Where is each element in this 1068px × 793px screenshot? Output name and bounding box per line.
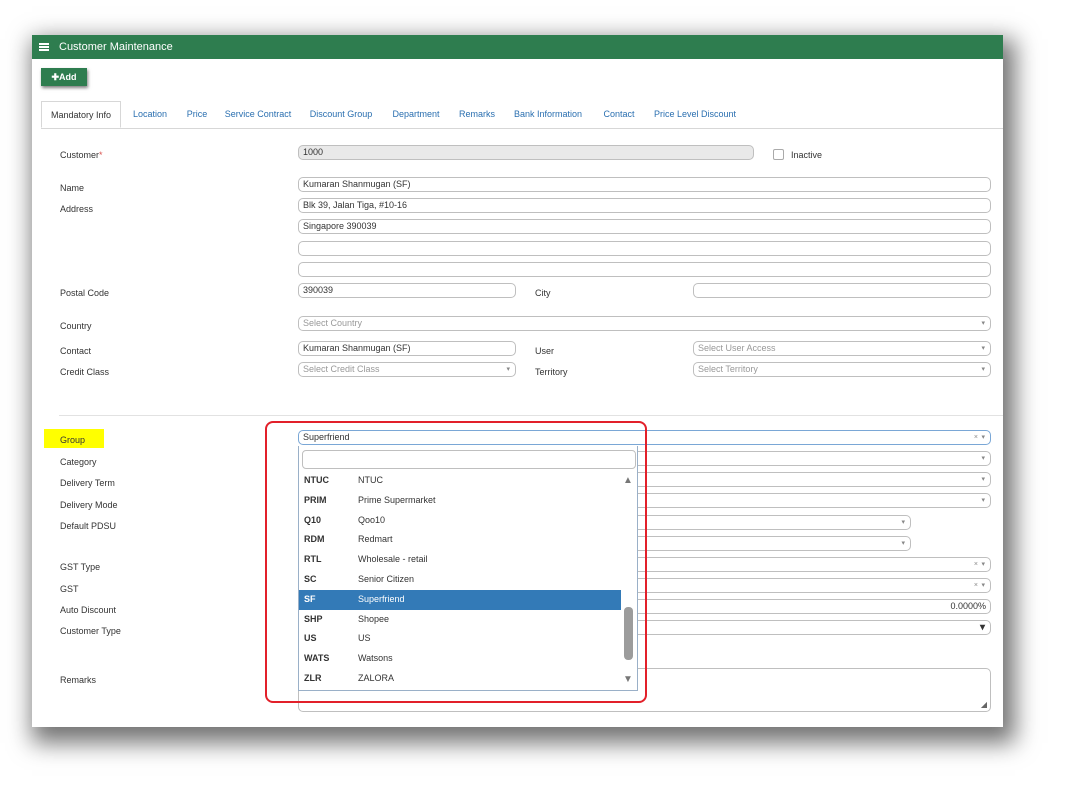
city-field[interactable] [693, 283, 991, 298]
address-line-1[interactable]: Blk 39, Jalan Tiga, #10-16 [298, 198, 991, 213]
chevron-down-icon: ▾ [981, 434, 985, 441]
address-line-2[interactable]: Singapore 390039 [298, 219, 991, 234]
customer-label: Customer* [60, 150, 103, 160]
chevron-down-icon: ▾ [981, 366, 985, 373]
tab-mandatory-info[interactable]: Mandatory Info [41, 101, 121, 128]
default-pdsu-label: Default PDSU [60, 521, 117, 531]
city-label: City [535, 288, 551, 298]
customer-field: 1000 [298, 145, 754, 160]
group-label: Group [60, 435, 86, 445]
country-select[interactable]: Select Country ▾ [298, 316, 991, 331]
name-label: Name [60, 183, 85, 193]
country-placeholder: Select Country [303, 318, 363, 328]
gst-label: GST [60, 584, 79, 594]
delivery-mode-label: Delivery Mode [60, 500, 118, 510]
credit-class-select[interactable]: Select Credit Class ▾ [298, 362, 516, 377]
category-label: Category [60, 457, 97, 467]
name-field[interactable]: Kumaran Shanmugan (SF) [298, 177, 991, 192]
window-title: Customer Maintenance [59, 41, 173, 53]
tab-location[interactable]: Location [128, 101, 172, 128]
postal-code-field[interactable]: 390039 [298, 283, 516, 298]
territory-label: Territory [535, 367, 568, 377]
user-placeholder: Select User Access [698, 343, 776, 353]
user-select[interactable]: Select User Access ▾ [693, 341, 991, 356]
tab-bank-information[interactable]: Bank Information [512, 101, 584, 128]
postal-code-label: Postal Code [60, 288, 110, 298]
chevron-down-icon: ▾ [981, 320, 985, 327]
chevron-down-icon: ▾ [979, 622, 985, 633]
inactive-label: Inactive [791, 150, 823, 160]
chevron-down-icon: ▾ [981, 345, 985, 352]
chevron-down-icon: ▾ [981, 455, 985, 462]
contact-field[interactable]: Kumaran Shanmugan (SF) [298, 341, 516, 356]
customer-maintenance-window: Customer Maintenance ✚Add Mandatory Info… [32, 35, 1003, 727]
user-label: User [535, 346, 555, 356]
tab-service-contract[interactable]: Service Contract [224, 101, 292, 128]
territory-select[interactable]: Select Territory ▾ [693, 362, 991, 377]
tab-price-level-discount[interactable]: Price Level Discount [653, 101, 737, 128]
credit-class-placeholder: Select Credit Class [303, 364, 380, 374]
add-button[interactable]: ✚Add [41, 68, 87, 86]
tab-bar: Mandatory Info Location Price Service Co… [41, 101, 1003, 129]
address-line-4[interactable] [298, 262, 991, 277]
clear-icon[interactable]: × [974, 558, 978, 571]
chevron-down-icon: ▾ [901, 519, 905, 526]
chevron-down-icon: ▾ [901, 540, 905, 547]
red-annotation-box [265, 421, 647, 703]
tab-contact[interactable]: Contact [600, 101, 638, 128]
tab-department[interactable]: Department [390, 101, 442, 128]
inactive-checkbox[interactable] [773, 149, 784, 160]
chevron-down-icon: ▾ [981, 561, 985, 568]
resize-handle-icon[interactable]: ◢ [981, 700, 987, 709]
chevron-down-icon: ▾ [981, 476, 985, 483]
clear-icon[interactable]: × [974, 579, 978, 592]
address-line-3[interactable] [298, 241, 991, 256]
section-divider [59, 415, 1003, 416]
menu-icon[interactable] [39, 43, 49, 51]
tab-remarks[interactable]: Remarks [458, 101, 496, 128]
address-label: Address [60, 204, 94, 214]
gst-type-label: GST Type [60, 562, 101, 572]
remarks-label: Remarks [60, 675, 97, 685]
chevron-down-icon: ▾ [981, 497, 985, 504]
contact-label: Contact [60, 346, 92, 356]
title-bar: Customer Maintenance [32, 35, 1003, 59]
clear-icon[interactable]: × [974, 431, 978, 444]
chevron-down-icon: ▾ [981, 582, 985, 589]
auto-discount-label: Auto Discount [60, 605, 117, 615]
customer-type-label: Customer Type [60, 626, 121, 636]
country-label: Country [60, 321, 92, 331]
chevron-down-icon: ▾ [506, 366, 510, 373]
credit-class-label: Credit Class [60, 367, 110, 377]
tab-price[interactable]: Price [183, 101, 211, 128]
delivery-term-label: Delivery Term [60, 478, 115, 488]
territory-placeholder: Select Territory [698, 364, 758, 374]
tab-discount-group[interactable]: Discount Group [308, 101, 374, 128]
